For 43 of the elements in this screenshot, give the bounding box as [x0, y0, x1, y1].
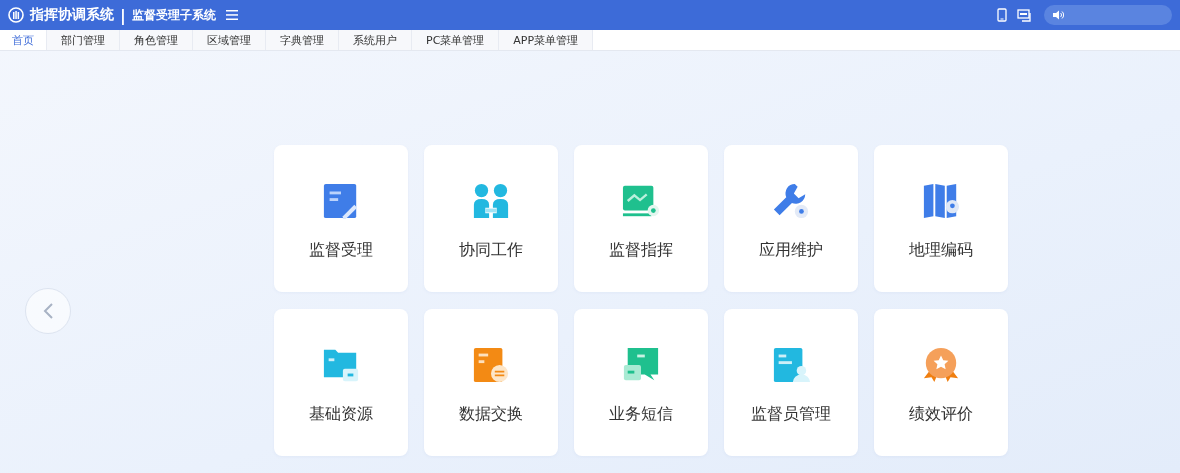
tab[interactable]: PC菜单管理 — [412, 30, 500, 50]
module-card[interactable]: 业务短信 — [574, 309, 708, 456]
chevron-left-icon — [42, 302, 54, 320]
speaker-icon[interactable] — [1052, 10, 1064, 20]
module-card[interactable]: 应用维护 — [724, 145, 858, 292]
tab[interactable]: APP菜单管理 — [499, 30, 594, 50]
map-pin-icon — [922, 182, 960, 220]
subsystem-title: 监督受理子系统 — [131, 6, 216, 24]
module-label: 监督员管理 — [751, 404, 831, 425]
module-label: 监督受理 — [309, 240, 373, 261]
module-label: 地理编码 — [909, 240, 973, 261]
module-label: 绩效评价 — [909, 404, 973, 425]
medal-star-icon — [922, 346, 960, 384]
module-card[interactable]: 绩效评价 — [874, 309, 1008, 456]
module-label: 监督指挥 — [609, 240, 673, 261]
module-label: 业务短信 — [609, 404, 673, 425]
module-label: 基础资源 — [309, 404, 373, 425]
system-title: 指挥协调系统 — [30, 6, 114, 24]
note-pencil-icon — [322, 182, 360, 220]
two-people-icon — [472, 182, 510, 220]
module-card[interactable]: 数据交换 — [424, 309, 558, 456]
tab[interactable]: 字典管理 — [266, 30, 339, 50]
module-label: 数据交换 — [459, 404, 523, 425]
tablet-icon[interactable] — [997, 8, 1007, 22]
module-label: 协同工作 — [459, 240, 523, 261]
tab[interactable]: 区域管理 — [193, 30, 266, 50]
wrench-gear-icon — [772, 182, 810, 220]
tab[interactable]: 系统用户 — [339, 30, 412, 50]
module-card[interactable]: 协同工作 — [424, 145, 558, 292]
title-separator: | — [120, 5, 126, 25]
chat-icon[interactable] — [1017, 8, 1032, 22]
logo-icon — [8, 7, 24, 23]
menu-icon[interactable] — [225, 10, 238, 20]
module-card[interactable]: 基础资源 — [274, 309, 408, 456]
module-label: 应用维护 — [759, 240, 823, 261]
document-exchange-icon — [472, 346, 510, 384]
document-person-icon — [772, 346, 810, 384]
module-card[interactable]: 地理编码 — [874, 145, 1008, 292]
tab[interactable]: 部门管理 — [47, 30, 120, 50]
module-card[interactable]: 监督员管理 — [724, 309, 858, 456]
tab[interactable]: 角色管理 — [120, 30, 193, 50]
module-card[interactable]: 监督指挥 — [574, 145, 708, 292]
module-card[interactable]: 监督受理 — [274, 145, 408, 292]
